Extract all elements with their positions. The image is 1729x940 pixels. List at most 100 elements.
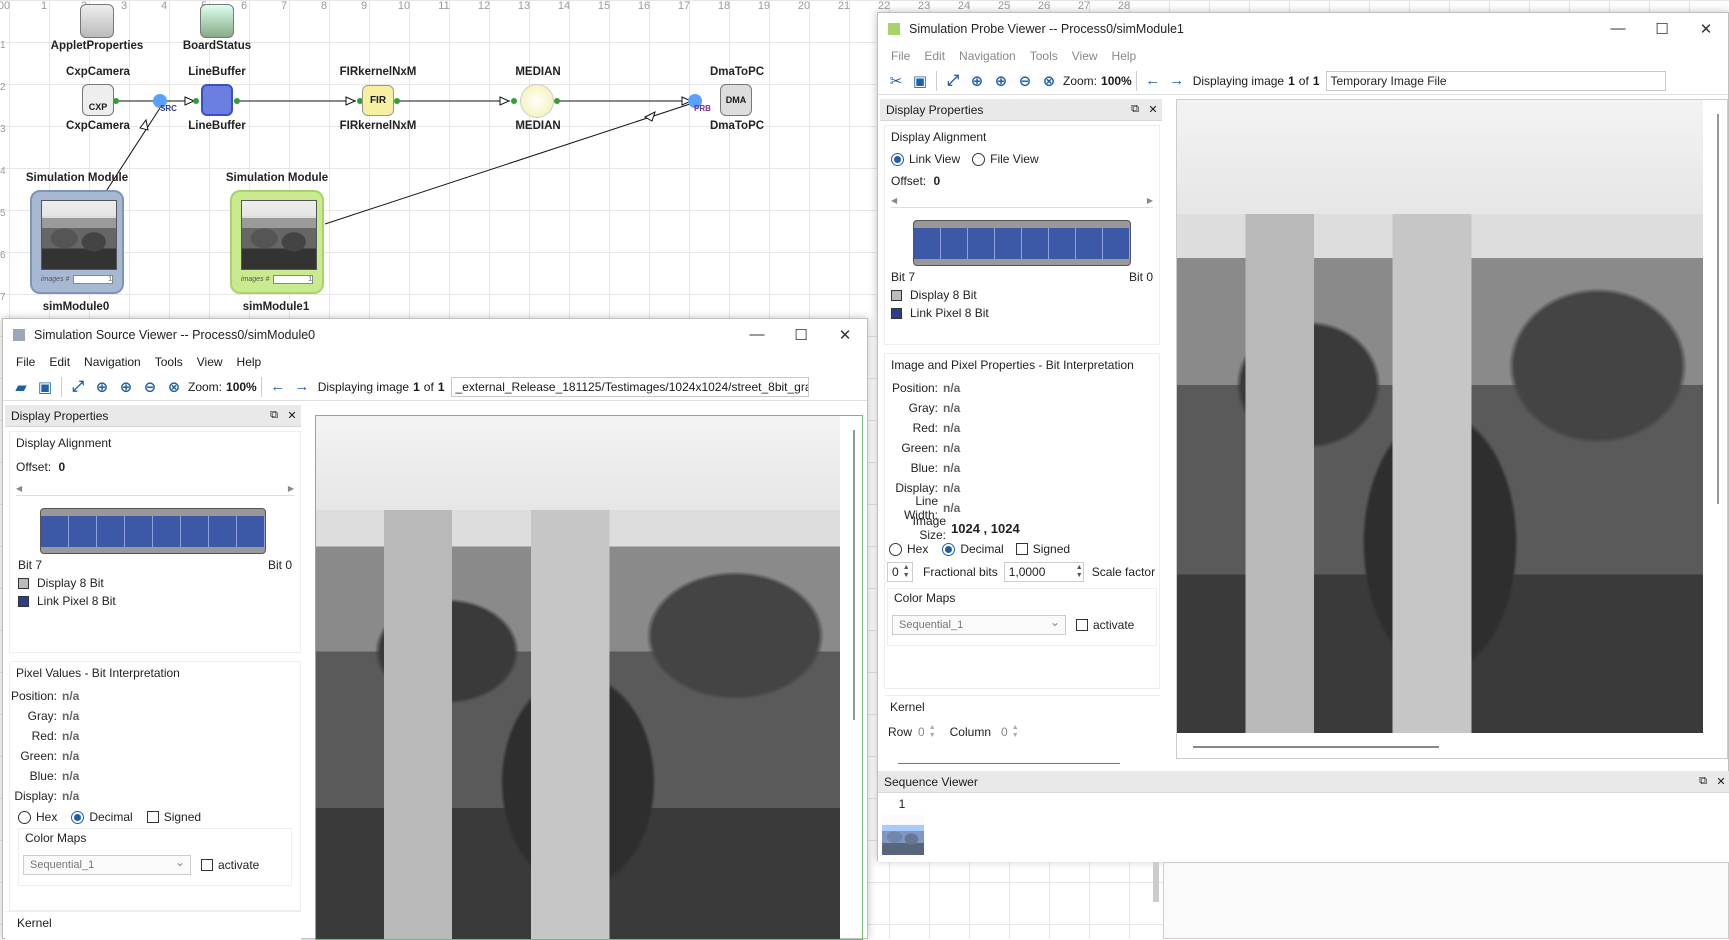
previous-image-icon[interactable]: ←: [266, 376, 290, 398]
row-value[interactable]: 0: [918, 725, 925, 739]
decimal-radio[interactable]: [71, 810, 85, 824]
zoom-out-icon[interactable]: ⊖: [138, 376, 162, 398]
menu-edit[interactable]: Edit: [917, 49, 952, 63]
image-canvas[interactable]: [1177, 100, 1703, 733]
image-canvas[interactable]: [316, 416, 840, 939]
open-folder-icon[interactable]: ▰: [9, 376, 33, 398]
close-icon[interactable]: ✕: [1144, 103, 1162, 116]
activate-checkbox[interactable]: [201, 859, 213, 871]
close-icon[interactable]: ✕: [1684, 20, 1728, 38]
fit-to-window-icon[interactable]: ⤢: [941, 70, 965, 92]
cxp-camera-icon[interactable]: CXP: [82, 84, 114, 116]
activate-label: activate: [218, 858, 260, 872]
float-icon[interactable]: ⧉: [1694, 775, 1712, 788]
colormap-select[interactable]: Sequential_1: [23, 853, 191, 875]
images-count: 1: [73, 274, 113, 284]
of-label: of: [1298, 73, 1309, 88]
menu-view[interactable]: View: [1065, 49, 1105, 63]
next-image-icon[interactable]: →: [290, 376, 314, 398]
menu-help[interactable]: Help: [1105, 49, 1144, 63]
median-icon[interactable]: [520, 84, 554, 118]
menu-edit[interactable]: Edit: [42, 355, 77, 369]
zoom-reset-icon[interactable]: ⊗: [162, 376, 186, 398]
bit-alignment-bar[interactable]: [913, 220, 1131, 266]
offset-slider[interactable]: ◀ ▶: [16, 484, 294, 496]
signed-checkbox[interactable]: [1015, 543, 1028, 555]
next-image-icon[interactable]: →: [1165, 70, 1189, 92]
toolbar: ▰ ▣ ⤢ ⊕ ⊕ ⊖ ⊗ Zoom: 100% ← → Displaying …: [3, 373, 867, 401]
previous-image-icon[interactable]: ←: [1141, 70, 1165, 92]
legend-display: Display 8 Bit: [37, 576, 104, 590]
dma-icon[interactable]: DMA: [720, 84, 752, 116]
close-icon[interactable]: ✕: [1712, 775, 1729, 788]
property-label: Green:: [20, 749, 57, 763]
image-view[interactable]: [315, 415, 863, 940]
linebuffer-icon[interactable]: [201, 84, 233, 116]
horizontal-scrollbar[interactable]: [1193, 746, 1439, 748]
module-label: LineBuffer: [188, 120, 246, 132]
hex-radio[interactable]: [889, 542, 902, 556]
source-viewer-window[interactable]: Simulation Source Viewer -- Process0/sim…: [2, 318, 868, 940]
close-icon[interactable]: ✕: [283, 409, 301, 422]
maximize-icon[interactable]: ☐: [779, 326, 823, 344]
zoom-in-icon[interactable]: ⊕: [114, 376, 138, 398]
file-path-field[interactable]: Temporary Image File: [1325, 70, 1666, 91]
zoom-fit-icon[interactable]: ⊕: [965, 70, 989, 92]
source-viewer-titlebar[interactable]: Simulation Source Viewer -- Process0/sim…: [3, 319, 867, 351]
menu-file[interactable]: File: [9, 355, 42, 369]
window-title: Simulation Source Viewer -- Process0/sim…: [34, 328, 316, 342]
vertical-scrollbar[interactable]: [853, 430, 855, 720]
zoom-fit-icon[interactable]: ⊕: [90, 376, 114, 398]
settings-tools-icon[interactable]: ✂: [884, 70, 908, 92]
fractional-bits-label: Fractional bits: [923, 565, 998, 579]
close-icon[interactable]: ✕: [823, 326, 867, 344]
menu-view[interactable]: View: [190, 355, 230, 369]
zoom-in-icon[interactable]: ⊕: [989, 70, 1013, 92]
image-view[interactable]: [1176, 99, 1728, 759]
applet-properties-icon[interactable]: [80, 4, 114, 38]
link-view-radio[interactable]: [891, 152, 904, 166]
hex-radio[interactable]: [18, 810, 31, 824]
probe-viewer-titlebar[interactable]: Simulation Probe Viewer -- Process0/simM…: [878, 13, 1728, 45]
float-icon[interactable]: ⧉: [1126, 103, 1144, 116]
module-label: LineBuffer: [188, 66, 246, 78]
column-value[interactable]: 0: [1001, 725, 1008, 739]
offset-slider[interactable]: ◀ ▶: [891, 196, 1153, 208]
fractional-bits-spinner[interactable]: 0 ▲ ▼: [887, 562, 913, 582]
maximize-icon[interactable]: ☐: [1640, 20, 1684, 38]
sim-module-1[interactable]: images #1: [230, 190, 324, 294]
float-icon[interactable]: ⧉: [265, 409, 283, 422]
sequence-frame[interactable]: 1: [882, 797, 924, 855]
menu-file[interactable]: File: [884, 49, 917, 63]
save-icon[interactable]: ▣: [33, 376, 57, 398]
link-view-label: Link View: [909, 152, 961, 166]
menu-help[interactable]: Help: [230, 355, 269, 369]
file-path-field[interactable]: _external_Release_181125/Testimages/1024…: [450, 376, 809, 397]
minimize-icon[interactable]: —: [1596, 20, 1640, 38]
probe-viewer-window[interactable]: Simulation Probe Viewer -- Process0/simM…: [877, 12, 1729, 862]
zoom-reset-icon[interactable]: ⊗: [1037, 70, 1061, 92]
activate-checkbox[interactable]: [1076, 619, 1088, 631]
vertical-scrollbar[interactable]: [1717, 114, 1719, 504]
decimal-radio[interactable]: [942, 542, 956, 556]
fit-to-window-icon[interactable]: ⤢: [66, 376, 90, 398]
save-icon[interactable]: ▣: [908, 70, 932, 92]
horizontal-scrollbar[interactable]: [898, 763, 1120, 764]
property-value: n/a: [943, 381, 961, 395]
sim-module-0[interactable]: images #1: [30, 190, 124, 294]
signed-checkbox[interactable]: [146, 811, 159, 823]
board-status-icon[interactable]: [200, 4, 234, 38]
menu-tools[interactable]: Tools: [148, 355, 190, 369]
menu-tools[interactable]: Tools: [1023, 49, 1065, 63]
bit-alignment-bar[interactable]: [40, 508, 266, 554]
zoom-out-icon[interactable]: ⊖: [1013, 70, 1037, 92]
fir-icon[interactable]: FIR: [362, 85, 394, 116]
menu-navigation[interactable]: Navigation: [952, 49, 1023, 63]
file-view-radio[interactable]: [972, 152, 986, 166]
minimize-icon[interactable]: —: [735, 326, 779, 344]
property-value: n/a: [62, 709, 80, 723]
scale-factor-spinner[interactable]: 1,0000 ▲ ▼: [1003, 562, 1084, 582]
menu-navigation[interactable]: Navigation: [77, 355, 148, 369]
dock-header: Sequence Viewer ⧉ ✕: [878, 771, 1729, 793]
colormap-select[interactable]: Sequential_1: [892, 613, 1066, 635]
